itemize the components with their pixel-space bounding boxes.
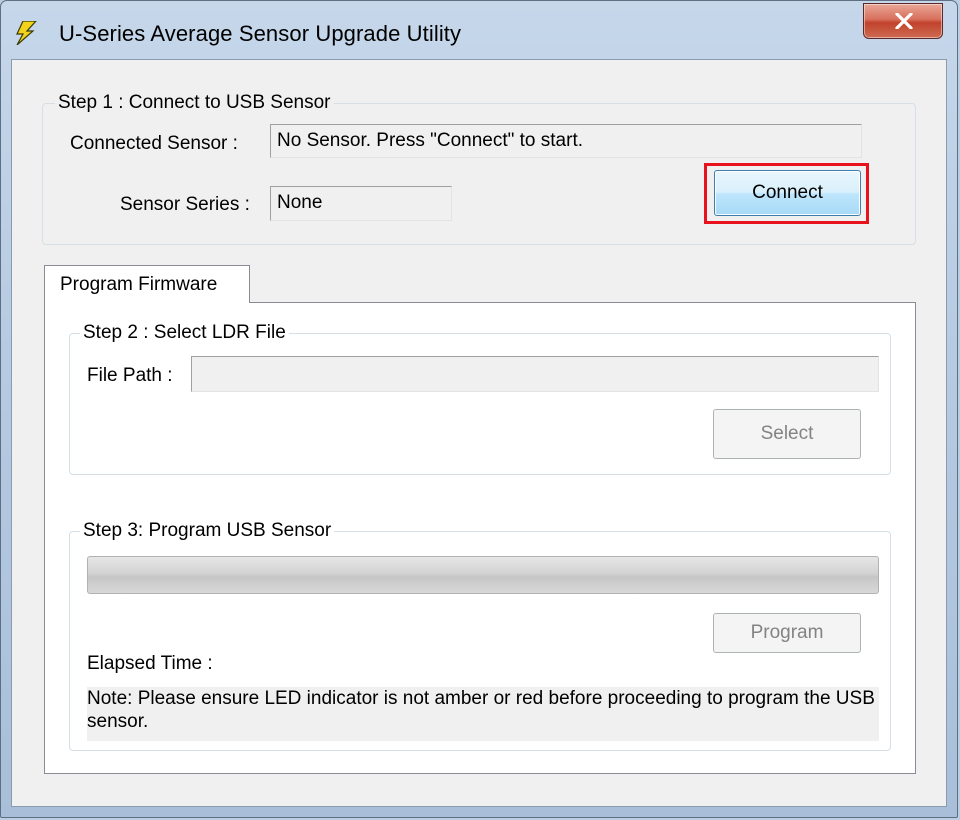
file-path-field[interactable] (191, 356, 879, 392)
step3-legend: Step 3: Program USB Sensor (80, 520, 335, 542)
dialog-body: Step 1 : Connect to USB Sensor Connected… (11, 59, 947, 807)
lightning-bolt-icon (15, 20, 38, 46)
elapsed-time-label: Elapsed Time : (87, 653, 213, 674)
app-window: U-Series Average Sensor Upgrade Utility … (0, 0, 958, 818)
close-button[interactable] (863, 3, 943, 39)
connected-sensor-label: Connected Sensor : (70, 133, 238, 154)
connect-button[interactable]: Connect (714, 170, 861, 216)
tab-program-firmware[interactable]: Program Firmware (44, 265, 250, 303)
select-button[interactable]: Select (713, 409, 861, 459)
window-title: U-Series Average Sensor Upgrade Utility (59, 21, 462, 46)
title-bar[interactable]: U-Series Average Sensor Upgrade Utility (1, 1, 957, 59)
step2-legend: Step 2 : Select LDR File (80, 322, 289, 344)
file-path-label: File Path : (87, 365, 173, 386)
program-progress-bar (87, 556, 879, 594)
close-icon (895, 13, 913, 29)
sensor-series-field: None (270, 186, 452, 221)
program-firmware-panel: Step 2 : Select LDR File File Path : Sel… (44, 302, 916, 774)
sensor-series-label: Sensor Series : (120, 194, 250, 215)
connected-sensor-field: No Sensor. Press "Connect" to start. (270, 124, 862, 158)
step1-legend: Step 1 : Connect to USB Sensor (55, 92, 334, 114)
programming-note: Note: Please ensure LED indicator is not… (87, 687, 879, 741)
program-button[interactable]: Program (713, 613, 861, 653)
